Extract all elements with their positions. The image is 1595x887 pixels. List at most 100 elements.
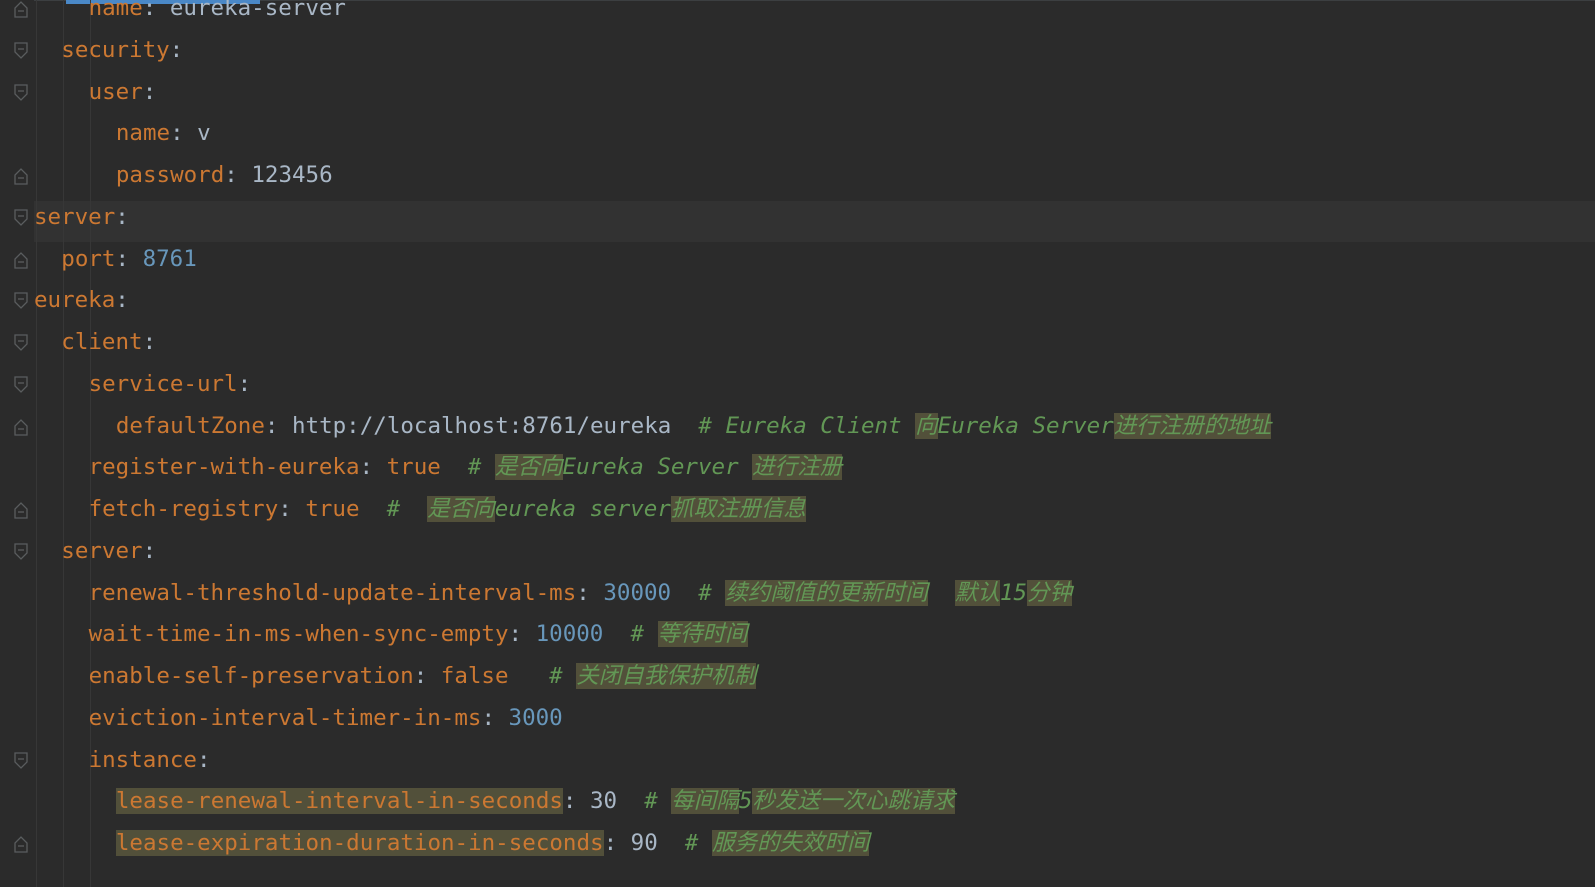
code-line[interactable]: name: eureka-server [0,0,1595,30]
code-line[interactable]: register-with-eureka: true # 是否向Eureka S… [0,447,1595,489]
code-line-text: eviction-interval-timer-in-ms: 3000 [89,698,563,740]
code-line[interactable]: defaultZone: http://localhost:8761/eurek… [0,406,1595,448]
yaml-value: 90 [630,830,658,856]
code-lines[interactable]: name: eureka-server security: user: name: v… [0,0,1595,865]
code-line[interactable]: service-url: [0,364,1595,406]
yaml-comment: # [644,788,672,815]
fold-end-icon[interactable] [13,251,29,269]
yaml-comment: 秒发送一次心跳请求 [752,788,955,815]
yaml-key: lease-renewal-interval-in-seconds [115,788,563,815]
code-line[interactable]: server: [0,197,1595,239]
yaml-value: v [197,120,211,147]
yaml-colon: : [196,746,211,773]
yaml-comment: Eureka Server [937,412,1114,439]
code-line[interactable]: name: v [0,113,1595,155]
code-line-text: lease-expiration-duration-in-seconds: 90… [115,823,870,865]
code-line-text: server: [61,531,156,573]
yaml-colon: : [508,621,523,648]
fold-end-icon[interactable] [13,0,29,18]
code-line[interactable]: instance: [0,740,1595,782]
yaml-comment: # [549,663,577,689]
fold-open-icon[interactable] [13,209,29,227]
yaml-value: true [305,496,360,522]
yaml-comment: # [684,830,712,856]
code-line-text: renewal-threshold-update-interval-ms: 30… [89,573,1073,615]
fold-end-icon[interactable] [13,167,29,185]
code-line[interactable]: lease-expiration-duration-in-seconds: 90… [0,823,1595,865]
yaml-colon: : [481,704,495,731]
code-line[interactable]: eureka: [0,280,1595,322]
yaml-key: client [61,329,143,355]
code-line[interactable]: server: [0,531,1595,573]
yaml-value: true [386,454,441,481]
yaml-colon: : [576,579,590,606]
fold-open-icon[interactable] [13,334,29,352]
yaml-colon: : [170,120,184,147]
yaml-value: 10000 [535,621,604,648]
yaml-value: 123456 [251,162,333,188]
code-line[interactable]: eviction-interval-timer-in-ms: 3000 [0,698,1595,740]
yaml-key: enable-self-preservation [88,663,414,689]
code-line-text: name: eureka-server [89,0,346,30]
fold-open-icon[interactable] [13,543,29,561]
code-line-text: instance: [89,740,211,782]
code-line[interactable]: password: 123456 [0,155,1595,197]
code-editor[interactable]: name: eureka-server security: user: name: v… [0,0,1595,887]
yaml-comment: 进行注册的地址 [1113,412,1272,439]
code-line[interactable]: fetch-registry: true # 是否向eureka server抓… [0,489,1595,531]
code-line[interactable]: wait-time-in-ms-when-sync-empty: 10000 #… [0,614,1595,656]
yaml-comment: # [467,454,495,481]
yaml-value: 8761 [142,245,197,272]
yaml-comment: # [630,621,658,648]
code-line-text: security: [61,30,183,72]
yaml-colon: : [115,245,130,272]
code-line-text: lease-renewal-interval-in-seconds: 30 # … [115,781,955,823]
code-line[interactable]: client: [0,322,1595,364]
yaml-key: server [34,203,116,230]
fold-end-icon[interactable] [13,835,29,853]
fold-open-icon[interactable] [13,751,29,770]
fold-open-icon[interactable] [13,83,29,102]
yaml-comment: 是否向 [495,454,563,481]
yaml-colon: : [224,162,238,188]
yaml-colon: : [562,788,577,815]
fold-open-icon[interactable] [13,42,29,60]
code-line[interactable]: port: 8761 [0,239,1595,281]
yaml-key: fetch-registry [88,496,279,522]
code-line[interactable]: enable-self-preservation: false # 关闭自我保护… [0,656,1595,698]
fold-open-icon[interactable] [13,376,29,394]
code-line[interactable]: user: [0,72,1595,114]
code-line[interactable]: renewal-threshold-update-interval-ms: 30… [0,573,1595,615]
yaml-comment: 关闭自我保护机制 [576,663,757,689]
yaml-comment: # [698,579,726,606]
yaml-colon: : [115,203,129,230]
yaml-key: lease-expiration-duration-in-seconds [115,830,604,856]
code-line[interactable]: lease-renewal-interval-in-seconds: 30 # … [0,781,1595,823]
yaml-colon: : [603,830,618,856]
fold-end-icon[interactable] [13,501,29,519]
yaml-comment: 5 [738,788,753,815]
fold-end-icon[interactable] [13,418,29,436]
yaml-key: eviction-interval-timer-in-ms [88,704,482,731]
yaml-comment: Eureka Server [562,454,753,481]
yaml-colon: : [142,78,157,105]
yaml-key: instance [88,746,197,773]
code-line[interactable]: security: [0,30,1595,72]
code-line-text: eureka: [34,280,129,322]
yaml-colon: : [413,663,428,689]
fold-open-icon[interactable] [13,292,29,310]
yaml-key: wait-time-in-ms-when-sync-empty [88,621,509,648]
